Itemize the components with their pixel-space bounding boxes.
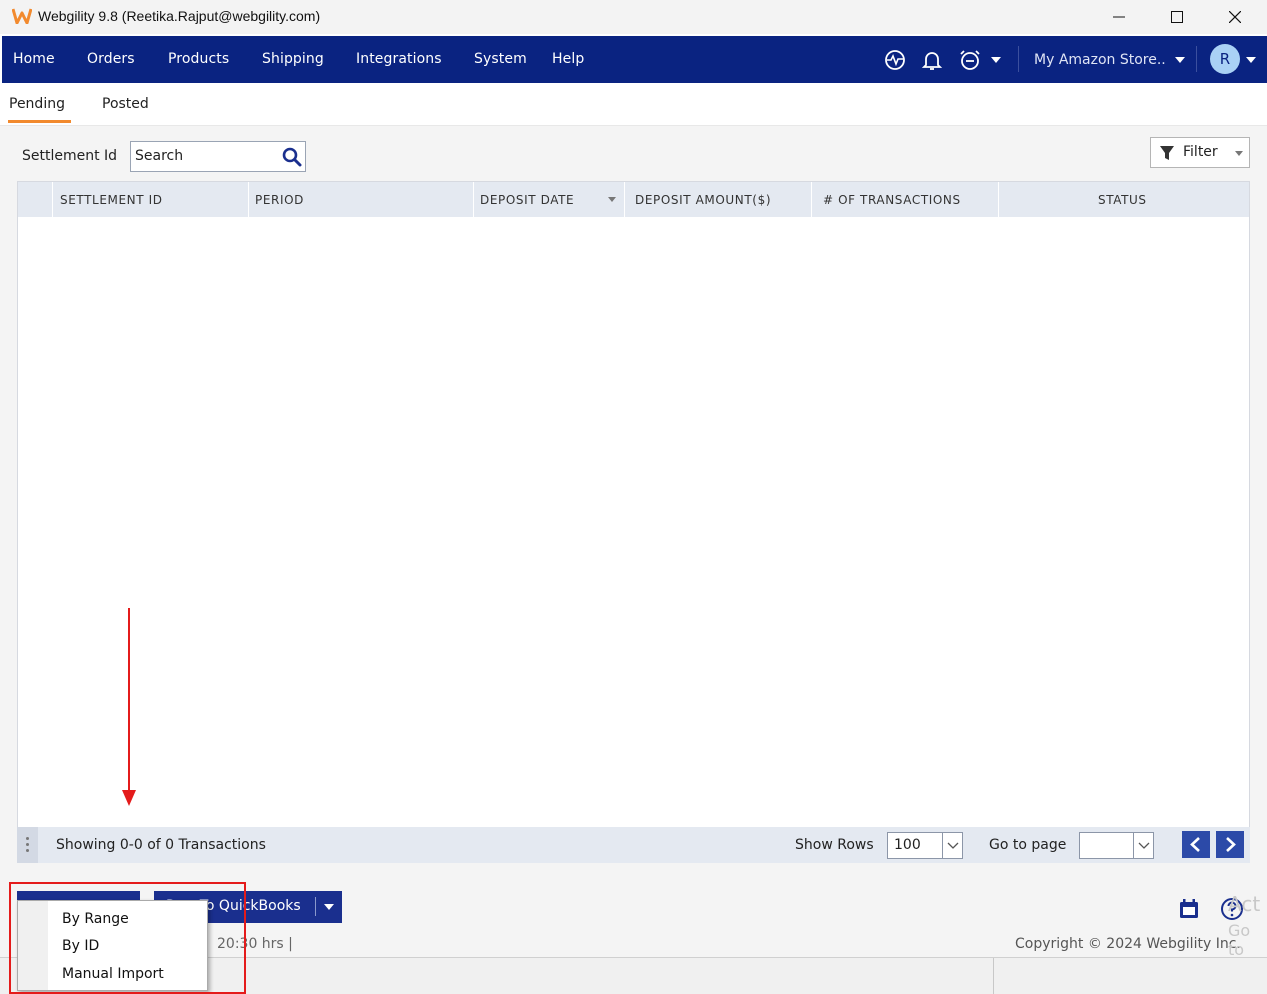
nav-divider xyxy=(1196,46,1197,72)
show-rows-value: 100 xyxy=(894,837,921,853)
filter-icon xyxy=(1160,146,1174,160)
watermark-line-2: Go to xyxy=(1228,921,1251,959)
column-divider xyxy=(248,182,249,217)
chevron-down-icon xyxy=(947,842,959,849)
minimize-icon xyxy=(1113,16,1125,18)
activity-icon[interactable] xyxy=(883,48,907,72)
tab-pending[interactable]: Pending xyxy=(9,96,65,112)
nav-item-integrations[interactable]: Integrations xyxy=(356,51,442,67)
minimize-button[interactable] xyxy=(1090,0,1148,34)
search-input[interactable] xyxy=(135,148,275,164)
split-divider xyxy=(315,897,316,916)
tab-posted[interactable]: Posted xyxy=(102,96,149,112)
column-header-transactions[interactable]: # OF TRANSACTIONS xyxy=(823,193,961,207)
chevron-down-icon xyxy=(1138,842,1150,849)
show-rows-select[interactable]: 100 xyxy=(887,832,963,859)
show-rows-dropdown[interactable] xyxy=(942,833,962,858)
settlements-table: SETTLEMENT ID PERIOD DEPOSIT DATE DEPOSI… xyxy=(17,181,1250,828)
nav-item-help[interactable]: Help xyxy=(552,51,584,67)
nav-item-home[interactable]: Home xyxy=(13,51,55,67)
column-divider xyxy=(811,182,812,217)
column-header-status[interactable]: STATUS xyxy=(1098,193,1147,207)
column-divider xyxy=(52,182,53,217)
main-content: Settlement Id Filter SETTLEMENT ID PERIO… xyxy=(0,126,1267,959)
alarm-clock-icon[interactable] xyxy=(958,48,982,72)
pagination-bar: Showing 0-0 of 0 Transactions Show Rows … xyxy=(17,827,1250,863)
watermark-line-1: Act xyxy=(1228,892,1261,916)
filter-label: Filter xyxy=(1183,144,1218,160)
maximize-button[interactable] xyxy=(1148,0,1206,34)
search-label: Settlement Id xyxy=(22,148,118,164)
table-header: SETTLEMENT ID PERIOD DEPOSIT DATE DEPOSI… xyxy=(18,182,1249,217)
search-box xyxy=(130,141,306,172)
drag-handle[interactable] xyxy=(17,827,38,863)
maximize-icon xyxy=(1171,11,1183,23)
previous-page-button[interactable] xyxy=(1182,831,1210,858)
search-icon[interactable] xyxy=(282,147,302,167)
close-button[interactable] xyxy=(1206,0,1264,34)
active-tab-indicator xyxy=(8,120,71,123)
calendar-icon[interactable] xyxy=(1178,898,1200,920)
account-dropdown-chevron-icon[interactable] xyxy=(1246,57,1256,63)
annotation-arrow-shaft xyxy=(128,608,130,798)
bell-icon[interactable] xyxy=(920,48,944,72)
window-title: Webgility 9.8 (Reetika.Rajput@webgility.… xyxy=(38,8,321,24)
divider xyxy=(993,958,994,994)
chevron-right-icon xyxy=(1226,837,1236,852)
sort-descending-icon[interactable] xyxy=(608,197,616,202)
column-divider xyxy=(624,182,625,217)
column-divider xyxy=(473,182,474,217)
pagination-summary: Showing 0-0 of 0 Transactions xyxy=(56,837,266,853)
annotation-arrow-head-icon xyxy=(122,790,136,806)
alarm-dropdown-chevron-icon[interactable] xyxy=(991,57,1001,63)
go-to-page-dropdown[interactable] xyxy=(1133,833,1153,858)
column-header-deposit-amount[interactable]: DEPOSIT AMOUNT($) xyxy=(635,193,771,207)
nav-item-system[interactable]: System xyxy=(474,51,527,67)
nav-item-shipping[interactable]: Shipping xyxy=(262,51,324,67)
chevron-left-icon xyxy=(1190,837,1200,852)
column-header-deposit-date[interactable]: DEPOSIT DATE xyxy=(480,193,574,207)
annotation-highlight-box xyxy=(9,882,246,994)
nav-item-orders[interactable]: Orders xyxy=(87,51,135,67)
store-dropdown-chevron-icon[interactable] xyxy=(1175,57,1185,63)
copyright-text: Copyright © 2024 Webgility Inc. xyxy=(1015,936,1241,952)
post-dropdown-chevron-icon[interactable] xyxy=(324,904,334,910)
tab-bar: Pending Posted xyxy=(0,84,1267,126)
column-divider xyxy=(998,182,999,217)
webgility-logo-icon xyxy=(12,8,32,24)
avatar[interactable]: R xyxy=(1210,44,1240,74)
column-header-settlement-id[interactable]: SETTLEMENT ID xyxy=(60,193,163,207)
nav-divider xyxy=(1018,46,1019,72)
go-to-page-select[interactable] xyxy=(1079,832,1154,859)
title-bar: Webgility 9.8 (Reetika.Rajput@webgility.… xyxy=(0,0,1267,34)
store-selector[interactable]: My Amazon Store.. xyxy=(1034,52,1166,68)
filter-dropdown-chevron-icon xyxy=(1235,151,1243,156)
go-to-page-label: Go to page xyxy=(989,837,1067,853)
filter-button[interactable]: Filter xyxy=(1150,137,1250,168)
show-rows-label: Show Rows xyxy=(795,837,874,853)
main-nav: Home Orders Products Shipping Integratio… xyxy=(2,36,1267,83)
nav-item-products[interactable]: Products xyxy=(168,51,229,67)
next-page-button[interactable] xyxy=(1216,831,1244,858)
close-icon xyxy=(1229,11,1241,23)
column-header-period[interactable]: PERIOD xyxy=(255,193,304,207)
